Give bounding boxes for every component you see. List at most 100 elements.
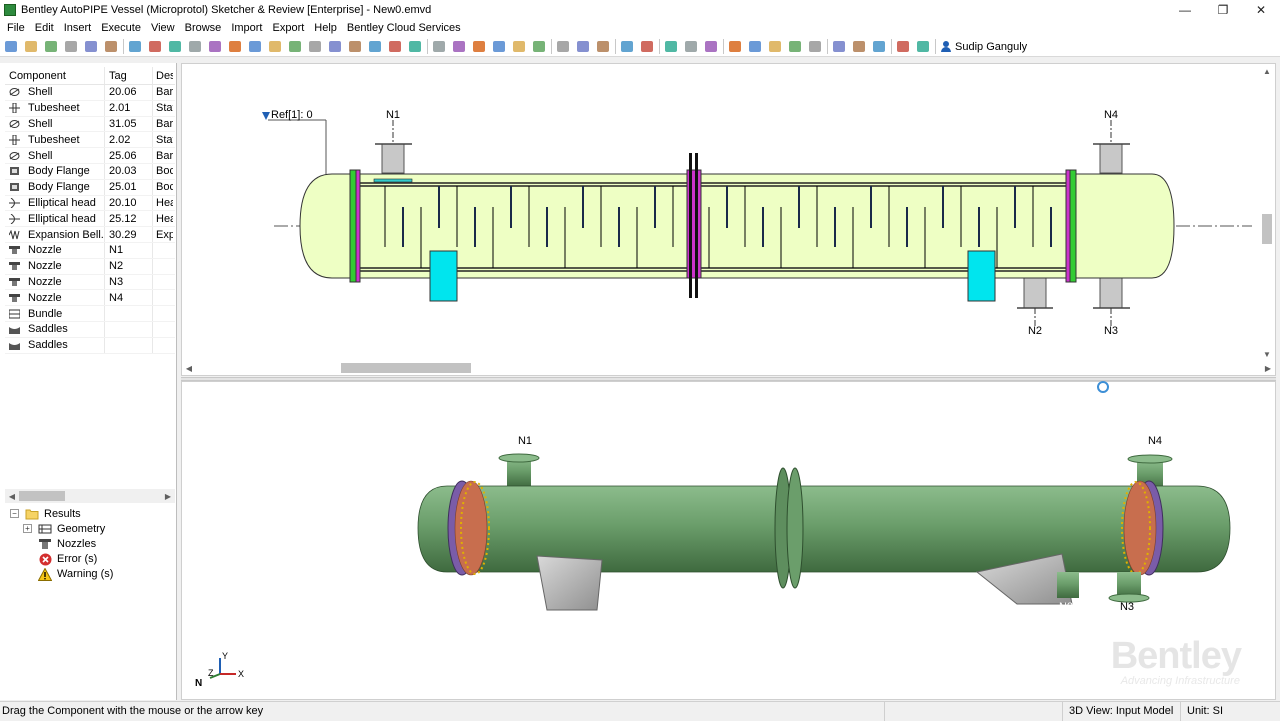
rotate-left-button[interactable] — [787, 39, 803, 55]
scroll-right-icon[interactable]: ▶ — [161, 489, 175, 503]
menu-import[interactable]: Import — [226, 19, 267, 37]
nozzle-insert-button[interactable] — [227, 39, 243, 55]
rotate-button[interactable] — [683, 39, 699, 55]
scroll-thumb[interactable] — [19, 491, 65, 501]
map-button[interactable] — [619, 39, 635, 55]
column-header-tag[interactable]: Tag — [105, 67, 153, 84]
tubesheet-insert-button[interactable] — [267, 39, 283, 55]
sketch-scroll-left-icon[interactable]: ◀ — [182, 361, 196, 375]
globe-button[interactable] — [639, 39, 655, 55]
open-button[interactable] — [23, 39, 39, 55]
sketch-view[interactable]: N1 N2 N3 N4 Ref[1]: 0 ▲ ▼ ◀ ▶ — [181, 63, 1276, 376]
user-account[interactable]: Sudip Ganguly — [941, 41, 1027, 53]
table-row[interactable]: Body Flange 25.01 Boc — [5, 179, 175, 196]
tree-node-nozzles[interactable]: Nozzles — [10, 536, 175, 551]
shell-insert-button[interactable] — [167, 39, 183, 55]
scroll-up-icon[interactable]: ▲ — [1259, 64, 1275, 78]
list-button[interactable] — [431, 39, 447, 55]
print-button[interactable] — [63, 39, 79, 55]
cone-insert-button[interactable] — [387, 39, 403, 55]
minimize-button[interactable]: — — [1166, 0, 1204, 19]
eye-button[interactable] — [491, 39, 507, 55]
mail-button[interactable] — [575, 39, 591, 55]
table-row[interactable]: Nozzle N4 — [5, 290, 175, 307]
sketch-hscroll-thumb[interactable] — [341, 363, 471, 373]
lug-insert-button[interactable] — [347, 39, 363, 55]
jacket-insert-button[interactable] — [407, 39, 423, 55]
view-3d-canvas[interactable]: N1 N4 N2 N3 — [182, 382, 1275, 699]
menu-help[interactable]: Help — [309, 19, 342, 37]
window-button[interactable] — [851, 39, 867, 55]
home-button[interactable] — [531, 39, 547, 55]
column-header-component[interactable]: Component — [5, 67, 105, 84]
column-header-description[interactable]: Des — [153, 67, 173, 84]
report-button[interactable] — [471, 39, 487, 55]
menu-execute[interactable]: Execute — [96, 19, 146, 37]
menu-export[interactable]: Export — [268, 19, 310, 37]
sketch-horizontal-scrollbar[interactable]: ◀ ▶ — [182, 361, 1275, 375]
help-button[interactable] — [555, 39, 571, 55]
rotate-y-button[interactable] — [747, 39, 763, 55]
move-button[interactable] — [663, 39, 679, 55]
table-row[interactable]: Shell 20.06 Bar — [5, 85, 175, 101]
calc-button[interactable] — [451, 39, 467, 55]
head-insert-button[interactable] — [207, 39, 223, 55]
menu-insert[interactable]: Insert — [59, 19, 97, 37]
ring-insert-button[interactable] — [367, 39, 383, 55]
rotate-x-button[interactable] — [727, 39, 743, 55]
sketch-scroll-right-icon[interactable]: ▶ — [1261, 361, 1275, 375]
flange-insert-button[interactable] — [187, 39, 203, 55]
layout-button[interactable] — [831, 39, 847, 55]
component-table-scrollbar[interactable]: ◀ ▶ — [5, 489, 175, 503]
wrench-button[interactable] — [103, 39, 119, 55]
table-row[interactable]: Bundle — [5, 306, 175, 322]
bundle-insert-button[interactable] — [287, 39, 303, 55]
table-row[interactable]: Shell 25.06 Bar — [5, 148, 175, 164]
save-button[interactable] — [43, 39, 59, 55]
table-row[interactable]: Saddles — [5, 321, 175, 338]
table-row[interactable]: Nozzle N1 — [5, 242, 175, 259]
hand-button[interactable] — [511, 39, 527, 55]
scroll-down-icon[interactable]: ▼ — [1259, 347, 1275, 361]
close-button[interactable]: ✕ — [1242, 0, 1280, 19]
table-row[interactable]: Shell 31.05 Bar — [5, 116, 175, 133]
grid-button[interactable] — [915, 39, 931, 55]
new-button[interactable] — [3, 39, 19, 55]
table-row[interactable]: Nozzle N3 — [5, 274, 175, 291]
tree-node-results[interactable]: − Results — [10, 506, 175, 521]
chart-button[interactable] — [895, 39, 911, 55]
support-insert-button[interactable] — [247, 39, 263, 55]
scroll-left-icon[interactable]: ◀ — [5, 489, 19, 503]
link-button[interactable] — [83, 39, 99, 55]
menu-browse[interactable]: Browse — [180, 19, 227, 37]
panel-button[interactable] — [871, 39, 887, 55]
saddle-insert-button[interactable] — [307, 39, 323, 55]
restore-button[interactable]: ❐ — [1204, 0, 1242, 19]
table-row[interactable]: Tubesheet 2.02Stat — [5, 132, 175, 149]
tree-node-error-s[interactable]: Error (s) — [10, 552, 175, 567]
tree-node-geometry[interactable]: + Geometry — [10, 521, 175, 536]
zoom-button[interactable] — [703, 39, 719, 55]
sketch-vscroll-thumb[interactable] — [1262, 214, 1272, 244]
table-row[interactable]: Saddles — [5, 337, 175, 354]
table-row[interactable]: Expansion Bell... 30.29 Exp — [5, 227, 175, 243]
expansion-insert-button[interactable] — [327, 39, 343, 55]
table-row[interactable]: Tubesheet 2.01Stat — [5, 100, 175, 117]
view-3d[interactable]: N1 N4 N2 N3 Bentley Advancing Infrastruc… — [181, 381, 1276, 700]
menu-edit[interactable]: Edit — [30, 19, 59, 37]
settings-button[interactable] — [595, 39, 611, 55]
table-row[interactable]: Elliptical head 25.12Hea — [5, 211, 175, 228]
tree-node-warning-s[interactable]: Warning (s) — [10, 567, 175, 582]
rotate-right-button[interactable] — [807, 39, 823, 55]
collapse-icon[interactable]: − — [10, 509, 19, 519]
rotate-z-button[interactable] — [767, 39, 783, 55]
sketch-vertical-scrollbar[interactable]: ▲ ▼ — [1259, 64, 1275, 361]
menu-view[interactable]: View — [146, 19, 180, 37]
table-row[interactable]: Elliptical head 20.10Hea — [5, 195, 175, 212]
expand-icon[interactable]: + — [23, 524, 32, 534]
undo-button[interactable] — [127, 39, 143, 55]
redo-button[interactable] — [147, 39, 163, 55]
menu-file[interactable]: File — [2, 19, 30, 37]
sketch-canvas[interactable]: N1 N2 N3 N4 — [182, 64, 1260, 361]
menu-bentley-cloud-services[interactable]: Bentley Cloud Services — [342, 19, 466, 37]
